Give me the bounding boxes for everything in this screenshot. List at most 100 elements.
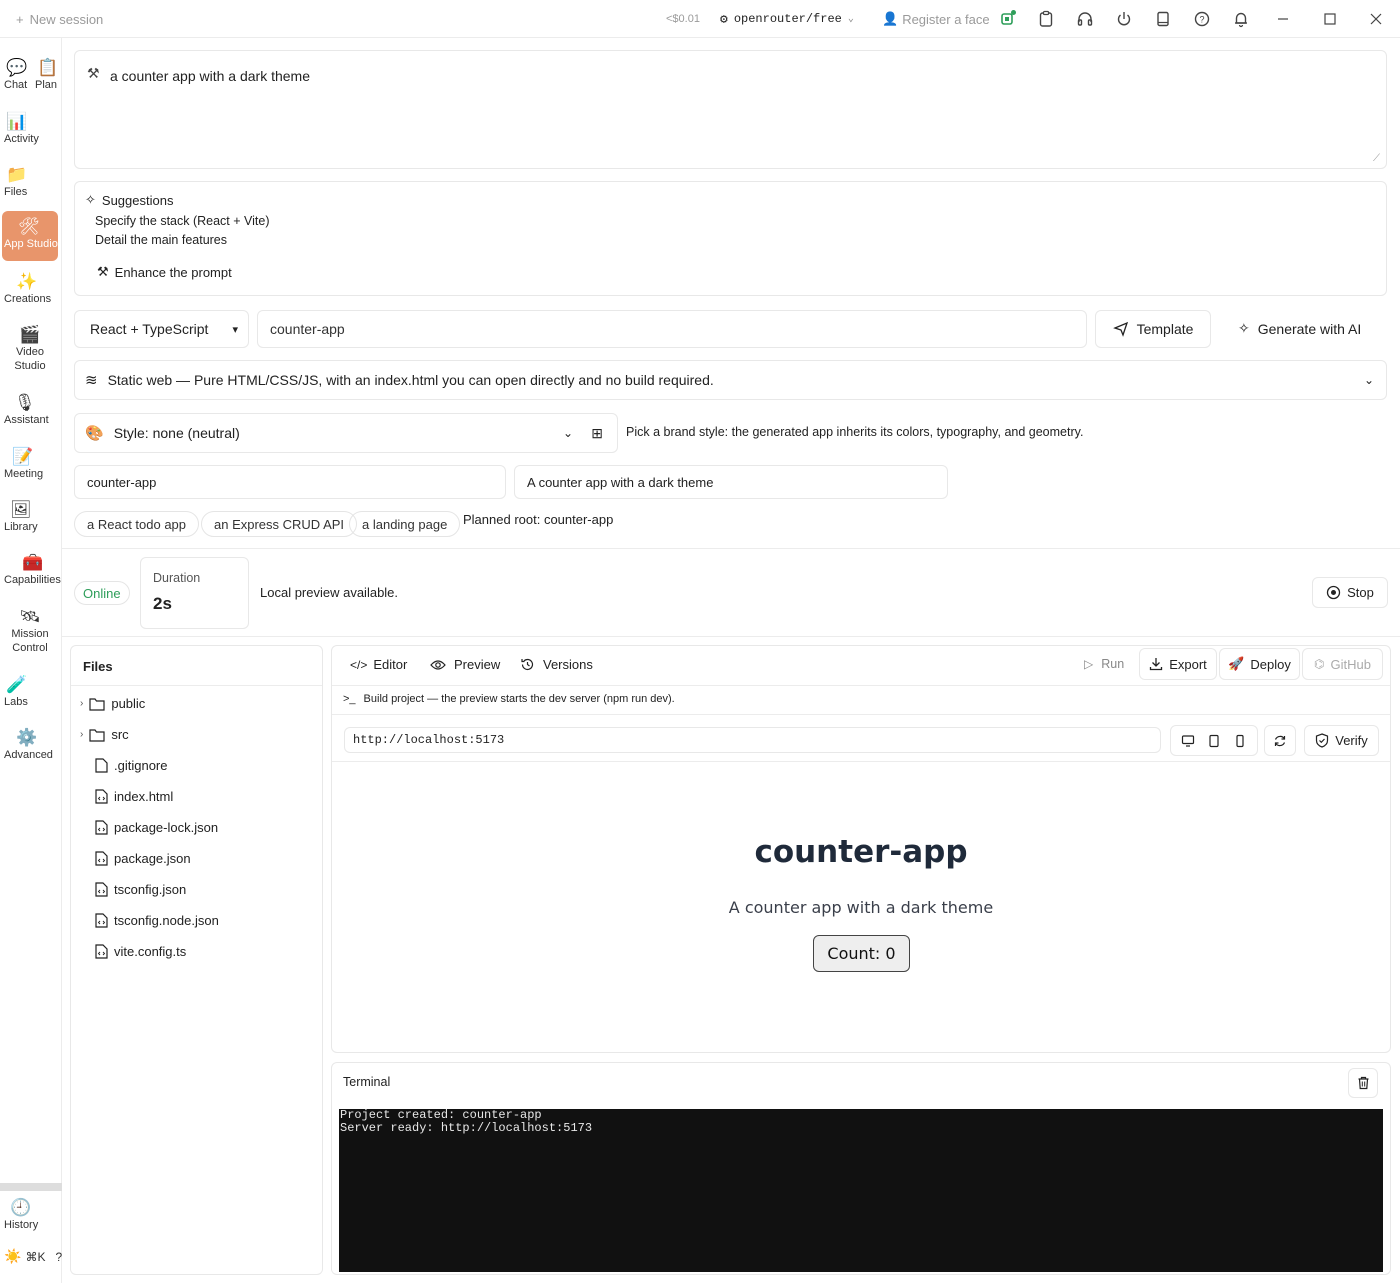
sidebar-item-creations[interactable]: ✨ Creations <box>2 272 58 306</box>
top-bar: + New session <$0.01 ⚙ openrouter/free ⌄… <box>0 0 1400 38</box>
command-palette-shortcut[interactable]: ⌘K <box>25 1250 45 1264</box>
sidebar-item-activity[interactable]: 📊 Activity <box>2 112 58 146</box>
github-button[interactable]: ⌬ GitHub <box>1302 648 1383 680</box>
picture-icon: 🖼 <box>10 500 32 519</box>
history-icon <box>521 658 534 671</box>
sidebar-item-plan[interactable]: 📋 Plan <box>33 58 61 92</box>
sparkles-icon: ✨ <box>16 272 38 291</box>
bar-chart-icon: 📊 <box>6 112 28 131</box>
template-button[interactable]: Template <box>1095 310 1211 348</box>
app-name-input[interactable]: counter-app <box>74 465 506 499</box>
shield-check-icon <box>1316 733 1329 748</box>
chevron-down-icon: ⌄ <box>847 14 854 25</box>
cpu-status-icon[interactable] <box>998 10 1016 28</box>
register-face-button[interactable]: 👤 Register a face <box>882 0 990 38</box>
sidebar-scrollbar[interactable] <box>0 1183 62 1191</box>
file-item[interactable]: index.html <box>95 789 173 804</box>
refresh-button[interactable] <box>1264 725 1296 756</box>
cost-label: <$0.01 <box>666 13 700 25</box>
gear-icon: ⚙ <box>720 11 728 27</box>
sidebar-item-assistant[interactable]: 🎙 Assistant <box>2 393 58 427</box>
counter-button[interactable]: Count: 0 <box>813 935 910 972</box>
tab-preview[interactable]: Preview <box>430 657 500 672</box>
chevron-down-icon: ⌄ <box>1363 373 1374 387</box>
style-select[interactable]: 🎨 Style: none (neutral) ⌄ ⊞ <box>74 413 618 453</box>
power-icon[interactable] <box>1115 10 1133 28</box>
file-item[interactable]: .gitignore <box>95 758 167 773</box>
folder-src[interactable]: › src <box>80 727 129 742</box>
tab-editor[interactable]: </> Editor <box>350 657 407 672</box>
new-session-button[interactable]: + New session <box>16 0 103 38</box>
resize-handle-icon[interactable]: ⟋ <box>1373 153 1380 164</box>
example-pill[interactable]: a landing page <box>349 511 461 537</box>
phone-icon[interactable] <box>1233 734 1247 748</box>
prompt-textarea[interactable]: ⚒ a counter app with a dark theme ⟋ <box>74 50 1387 169</box>
sidebar-item-files[interactable]: 📁 Files <box>2 165 58 199</box>
clear-terminal-button[interactable] <box>1348 1068 1378 1098</box>
sidebar-item-capabilities[interactable]: 🧰 Capabilities <box>2 553 62 587</box>
file-item[interactable]: package.json <box>95 851 191 866</box>
file-item[interactable]: vite.config.ts <box>95 944 186 959</box>
sidebar-item-app-studio[interactable]: 🛠 App Studio <box>2 211 58 261</box>
minimize-icon[interactable] <box>1274 10 1292 28</box>
plus-icon: + <box>16 11 24 27</box>
sidebar-item-labs[interactable]: 🧪 Labs <box>2 675 58 709</box>
verify-button[interactable]: Verify <box>1304 725 1379 756</box>
tab-versions[interactable]: Versions <box>520 657 593 672</box>
duration-card: Duration 2s <box>140 557 249 629</box>
file-item[interactable]: package-lock.json <box>95 820 218 835</box>
sidebar-item-library[interactable]: 🖼 Library <box>2 500 58 534</box>
suggestion-item[interactable]: Specify the stack (React + Vite) <box>95 214 270 228</box>
duration-value: 2s <box>153 594 172 613</box>
sidebar-item-chat[interactable]: 💬 Chat <box>2 58 30 92</box>
device-toggle <box>1170 725 1258 756</box>
run-button[interactable]: ▷ Run <box>1084 657 1124 671</box>
grid-icon[interactable]: ⊞ <box>591 425 603 442</box>
generate-ai-button[interactable]: ✧ Generate with AI <box>1238 320 1361 337</box>
tools-icon: 🛠 <box>18 217 40 236</box>
sidebar-item-mission-control[interactable]: 🛰 Mission Control <box>2 607 58 655</box>
file-item[interactable]: tsconfig.json <box>95 882 186 897</box>
sidebar-item-advanced[interactable]: ⚙️ Advanced <box>2 728 58 762</box>
model-selector[interactable]: ⚙ openrouter/free ⌄ <box>720 0 854 38</box>
mode-select[interactable]: ≋ Static web — Pure HTML/CSS/JS, with an… <box>74 360 1387 400</box>
duration-label: Duration <box>153 571 201 585</box>
svg-text:?: ? <box>1199 15 1204 25</box>
terminal-line: Server ready: http://localhost:5173 <box>340 1121 593 1135</box>
close-icon[interactable] <box>1367 10 1385 28</box>
tablet-icon[interactable] <box>1154 10 1172 28</box>
preview-title: counter-app <box>754 834 968 870</box>
sidebar-item-meeting[interactable]: 📝 Meeting <box>2 447 58 481</box>
help-icon[interactable]: ? <box>1193 10 1211 28</box>
suggestion-item[interactable]: Detail the main features <box>95 233 227 247</box>
example-pill[interactable]: an Express CRUD API <box>201 511 358 537</box>
project-name-input[interactable]: counter-app <box>257 310 1087 348</box>
eye-icon <box>430 659 446 670</box>
app-description-input[interactable]: A counter app with a dark theme <box>514 465 948 499</box>
help-button[interactable]: ? <box>55 1250 62 1264</box>
export-button[interactable]: Export <box>1139 648 1217 680</box>
stop-button[interactable]: Stop <box>1312 577 1388 608</box>
example-pill[interactable]: a React todo app <box>74 511 200 537</box>
headphones-icon[interactable] <box>1076 10 1094 28</box>
maximize-icon[interactable] <box>1321 10 1339 28</box>
tablet-icon[interactable] <box>1207 734 1221 748</box>
deploy-button[interactable]: 🚀 Deploy <box>1219 648 1300 680</box>
github-icon: ⌬ <box>1314 657 1325 671</box>
stack-select[interactable]: React + TypeScript ▾ <box>74 310 249 348</box>
clipboard-icon[interactable] <box>1037 10 1055 28</box>
trash-icon <box>1358 1076 1368 1090</box>
suggestions-title: Suggestions <box>101 192 174 208</box>
sun-icon[interactable]: ☀️ <box>4 1248 21 1265</box>
terminal-title: Terminal <box>343 1075 391 1089</box>
desktop-icon[interactable] <box>1181 734 1195 748</box>
file-item[interactable]: tsconfig.node.json <box>95 913 219 928</box>
enhance-prompt-button[interactable]: ⚒ Enhance the prompt <box>97 264 232 280</box>
sidebar-item-video-studio[interactable]: 🎬 Video Studio <box>2 325 58 373</box>
url-bar[interactable]: http://localhost:5173 <box>344 727 1161 753</box>
bell-icon[interactable] <box>1232 10 1250 28</box>
preview-subtitle: A counter app with a dark theme <box>728 898 994 917</box>
folder-public[interactable]: › public <box>80 696 145 711</box>
sidebar-item-history[interactable]: 🕘 History <box>2 1198 58 1232</box>
sparkle-icon: ✧ <box>85 192 96 207</box>
